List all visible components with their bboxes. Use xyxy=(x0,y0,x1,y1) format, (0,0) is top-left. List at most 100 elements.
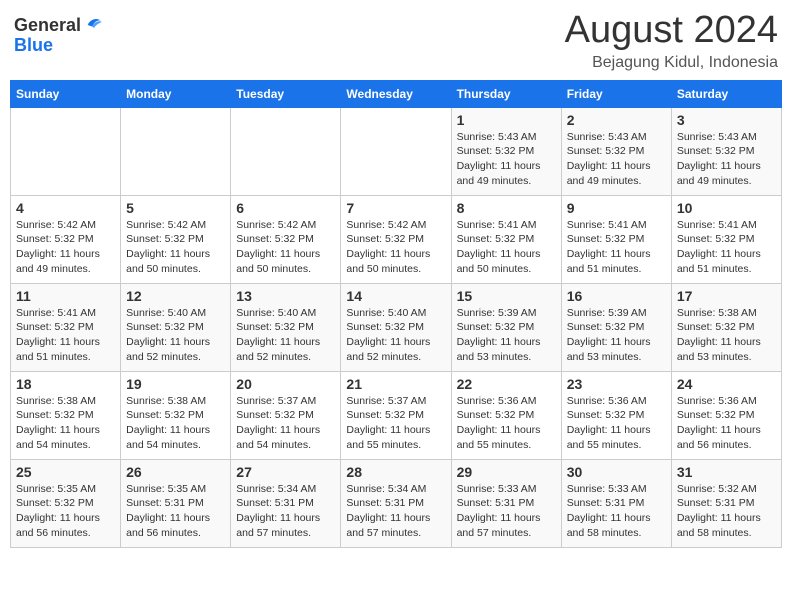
day-number: 12 xyxy=(126,288,225,304)
header-wednesday: Wednesday xyxy=(341,80,451,107)
cell-week5-day4: 29Sunrise: 5:33 AMSunset: 5:31 PMDayligh… xyxy=(451,459,561,547)
cell-week1-day4: 1 Sunrise: 5:43 AMSunset: 5:32 PMDaylight… xyxy=(451,107,561,195)
day-info: Sunrise: 5:43 AMSunset: 5:32 PMDaylight:… xyxy=(567,130,666,189)
day-number: 9 xyxy=(567,200,666,216)
day-info: Sunrise: 5:36 AMSunset: 5:32 PMDaylight:… xyxy=(677,394,776,453)
day-info: Sunrise: 5:34 AMSunset: 5:31 PMDaylight:… xyxy=(236,482,335,541)
day-number: 15 xyxy=(457,288,556,304)
week-row-5: 25Sunrise: 5:35 AMSunset: 5:32 PMDayligh… xyxy=(11,459,782,547)
day-number: 17 xyxy=(677,288,776,304)
day-info: Sunrise: 5:41 AMSunset: 5:32 PMDaylight:… xyxy=(677,218,776,277)
cell-week1-day1 xyxy=(121,107,231,195)
day-number: 31 xyxy=(677,464,776,480)
cell-week2-day0: 4 Sunrise: 5:42 AMSunset: 5:32 PMDaylight… xyxy=(11,195,121,283)
logo-text-line2: Blue xyxy=(14,36,105,56)
day-info: Sunrise: 5:42 AMSunset: 5:32 PMDaylight:… xyxy=(126,218,225,277)
cell-week4-day0: 18 Sunrise: 5:38 AMSunset: 5:32 PMDayligh… xyxy=(11,371,121,459)
day-number: 7 xyxy=(346,200,445,216)
cell-week1-day3 xyxy=(341,107,451,195)
cell-week2-day3: 7 Sunrise: 5:42 AMSunset: 5:32 PMDaylight… xyxy=(341,195,451,283)
header-thursday: Thursday xyxy=(451,80,561,107)
cell-week3-day1: 12 Sunrise: 5:40 AMSunset: 5:32 PMDayligh… xyxy=(121,283,231,371)
day-info: Sunrise: 5:38 AMSunset: 5:32 PMDaylight:… xyxy=(126,394,225,453)
week-row-3: 11 Sunrise: 5:41 AMSunset: 5:32 PMDayligh… xyxy=(11,283,782,371)
cell-week3-day5: 16 Sunrise: 5:39 AMSunset: 5:32 PMDayligh… xyxy=(561,283,671,371)
cell-week5-day5: 30 Sunrise: 5:33 AMSunset: 5:31 PMDayligh… xyxy=(561,459,671,547)
day-number: 26 xyxy=(126,464,225,480)
day-number: 2 xyxy=(567,112,666,128)
cell-week4-day2: 20 Sunrise: 5:37 AMSunset: 5:32 PMDayligh… xyxy=(231,371,341,459)
day-info: Sunrise: 5:32 AMSunset: 5:31 PMDaylight:… xyxy=(677,482,776,541)
day-info: Sunrise: 5:42 AMSunset: 5:32 PMDaylight:… xyxy=(16,218,115,277)
day-number: 21 xyxy=(346,376,445,392)
day-info: Sunrise: 5:41 AMSunset: 5:32 PMDaylight:… xyxy=(457,218,556,277)
day-info: Sunrise: 5:38 AMSunset: 5:32 PMDaylight:… xyxy=(677,306,776,365)
day-number: 1 xyxy=(457,112,556,128)
cell-week5-day2: 27 Sunrise: 5:34 AMSunset: 5:31 PMDayligh… xyxy=(231,459,341,547)
day-number: 3 xyxy=(677,112,776,128)
header-friday: Friday xyxy=(561,80,671,107)
week-row-4: 18 Sunrise: 5:38 AMSunset: 5:32 PMDayligh… xyxy=(11,371,782,459)
cell-week2-day2: 6 Sunrise: 5:42 AMSunset: 5:32 PMDaylight… xyxy=(231,195,341,283)
logo-text-line1: General xyxy=(14,16,81,36)
cell-week3-day0: 11 Sunrise: 5:41 AMSunset: 5:32 PMDayligh… xyxy=(11,283,121,371)
cell-week5-day1: 26Sunrise: 5:35 AMSunset: 5:31 PMDayligh… xyxy=(121,459,231,547)
cell-week3-day4: 15 Sunrise: 5:39 AMSunset: 5:32 PMDayligh… xyxy=(451,283,561,371)
day-info: Sunrise: 5:37 AMSunset: 5:32 PMDaylight:… xyxy=(346,394,445,453)
day-number: 13 xyxy=(236,288,335,304)
title-block: August 2024 Bejagung Kidul, Indonesia xyxy=(565,10,778,72)
day-info: Sunrise: 5:43 AMSunset: 5:32 PMDaylight:… xyxy=(457,130,556,189)
day-number: 24 xyxy=(677,376,776,392)
day-info: Sunrise: 5:42 AMSunset: 5:32 PMDaylight:… xyxy=(346,218,445,277)
cell-week4-day5: 23 Sunrise: 5:36 AMSunset: 5:32 PMDayligh… xyxy=(561,371,671,459)
cell-week2-day1: 5 Sunrise: 5:42 AMSunset: 5:32 PMDaylight… xyxy=(121,195,231,283)
day-number: 20 xyxy=(236,376,335,392)
cell-week2-day6: 10Sunrise: 5:41 AMSunset: 5:32 PMDayligh… xyxy=(671,195,781,283)
cell-week1-day6: 3 Sunrise: 5:43 AMSunset: 5:32 PMDaylight… xyxy=(671,107,781,195)
day-number: 29 xyxy=(457,464,556,480)
day-info: Sunrise: 5:37 AMSunset: 5:32 PMDaylight:… xyxy=(236,394,335,453)
day-info: Sunrise: 5:38 AMSunset: 5:32 PMDaylight:… xyxy=(16,394,115,453)
cell-week4-day4: 22 Sunrise: 5:36 AMSunset: 5:32 PMDayligh… xyxy=(451,371,561,459)
day-number: 4 xyxy=(16,200,115,216)
day-info: Sunrise: 5:43 AMSunset: 5:32 PMDaylight:… xyxy=(677,130,776,189)
header-sunday: Sunday xyxy=(11,80,121,107)
header-saturday: Saturday xyxy=(671,80,781,107)
day-info: Sunrise: 5:40 AMSunset: 5:32 PMDaylight:… xyxy=(126,306,225,365)
day-info: Sunrise: 5:42 AMSunset: 5:32 PMDaylight:… xyxy=(236,218,335,277)
day-info: Sunrise: 5:36 AMSunset: 5:32 PMDaylight:… xyxy=(567,394,666,453)
day-number: 14 xyxy=(346,288,445,304)
day-info: Sunrise: 5:40 AMSunset: 5:32 PMDaylight:… xyxy=(236,306,335,365)
day-info: Sunrise: 5:36 AMSunset: 5:32 PMDaylight:… xyxy=(457,394,556,453)
day-number: 23 xyxy=(567,376,666,392)
week-row-2: 4 Sunrise: 5:42 AMSunset: 5:32 PMDaylight… xyxy=(11,195,782,283)
cell-week3-day3: 14Sunrise: 5:40 AMSunset: 5:32 PMDayligh… xyxy=(341,283,451,371)
day-info: Sunrise: 5:41 AMSunset: 5:32 PMDaylight:… xyxy=(567,218,666,277)
week-row-1: 1 Sunrise: 5:43 AMSunset: 5:32 PMDaylight… xyxy=(11,107,782,195)
subtitle: Bejagung Kidul, Indonesia xyxy=(565,54,778,72)
cell-week5-day6: 31 Sunrise: 5:32 AMSunset: 5:31 PMDayligh… xyxy=(671,459,781,547)
cell-week4-day6: 24 Sunrise: 5:36 AMSunset: 5:32 PMDayligh… xyxy=(671,371,781,459)
day-number: 22 xyxy=(457,376,556,392)
day-number: 6 xyxy=(236,200,335,216)
cell-week3-day6: 17 Sunrise: 5:38 AMSunset: 5:32 PMDayligh… xyxy=(671,283,781,371)
cell-week2-day5: 9 Sunrise: 5:41 AMSunset: 5:32 PMDaylight… xyxy=(561,195,671,283)
day-info: Sunrise: 5:33 AMSunset: 5:31 PMDaylight:… xyxy=(567,482,666,541)
calendar-table: Sunday Monday Tuesday Wednesday Thursday… xyxy=(10,80,782,548)
cell-week1-day5: 2 Sunrise: 5:43 AMSunset: 5:32 PMDaylight… xyxy=(561,107,671,195)
day-info: Sunrise: 5:35 AMSunset: 5:32 PMDaylight:… xyxy=(16,482,115,541)
day-number: 11 xyxy=(16,288,115,304)
day-number: 5 xyxy=(126,200,225,216)
cell-week1-day2 xyxy=(231,107,341,195)
day-info: Sunrise: 5:39 AMSunset: 5:32 PMDaylight:… xyxy=(567,306,666,365)
day-number: 30 xyxy=(567,464,666,480)
day-info: Sunrise: 5:41 AMSunset: 5:32 PMDaylight:… xyxy=(16,306,115,365)
cell-week4-day3: 21 Sunrise: 5:37 AMSunset: 5:32 PMDayligh… xyxy=(341,371,451,459)
day-number: 18 xyxy=(16,376,115,392)
main-title: August 2024 xyxy=(565,10,778,52)
day-number: 27 xyxy=(236,464,335,480)
day-info: Sunrise: 5:39 AMSunset: 5:32 PMDaylight:… xyxy=(457,306,556,365)
cell-week1-day0 xyxy=(11,107,121,195)
cell-week5-day0: 25Sunrise: 5:35 AMSunset: 5:32 PMDayligh… xyxy=(11,459,121,547)
day-number: 16 xyxy=(567,288,666,304)
